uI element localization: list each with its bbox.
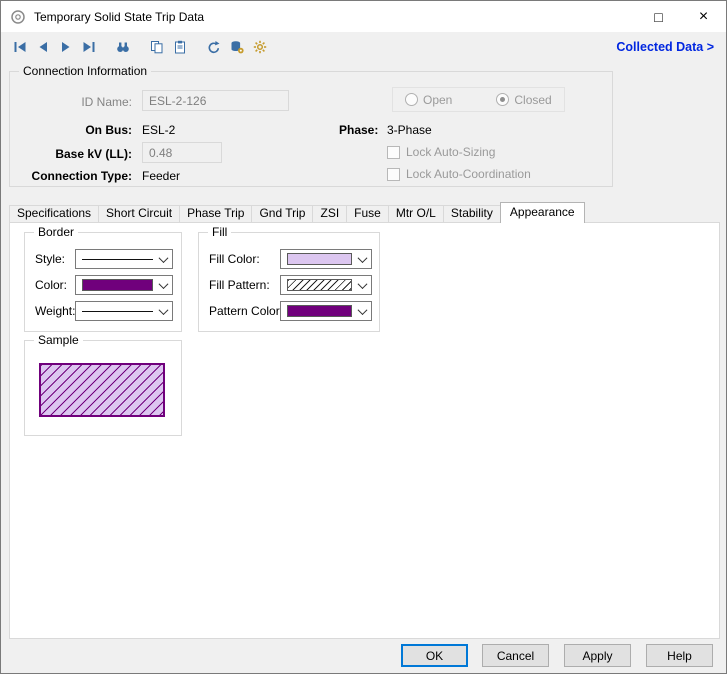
chevron-down-icon [159, 305, 169, 315]
tab-fuse[interactable]: Fuse [346, 205, 389, 222]
weight-label: Weight: [35, 303, 75, 319]
nav-next-icon[interactable] [57, 38, 75, 56]
collected-data-link[interactable]: Collected Data > [616, 40, 714, 54]
border-style-combo[interactable] [75, 249, 173, 269]
border-weight-value [82, 311, 153, 312]
border-color-value [82, 279, 153, 291]
lock-auto-sizing-checkbox: Lock Auto-Sizing [387, 145, 495, 159]
color-label: Color: [35, 277, 67, 293]
chevron-down-icon [159, 279, 169, 289]
pattern-color-value [287, 305, 352, 317]
fill-legend: Fill [208, 225, 231, 239]
border-style-value [82, 259, 153, 260]
nav-last-icon[interactable] [80, 38, 98, 56]
tab-appearance[interactable]: Appearance [500, 202, 585, 223]
pattern-color-combo[interactable] [280, 301, 372, 321]
style-label: Style: [35, 251, 65, 267]
toolbar: Collected Data > [1, 32, 726, 61]
radio-closed-circle [496, 93, 509, 106]
chevron-down-icon [159, 253, 169, 263]
radio-closed: Closed [496, 93, 551, 107]
app-icon [10, 9, 26, 25]
undo-icon[interactable] [205, 38, 223, 56]
nav-first-icon[interactable] [11, 38, 29, 56]
fill-color-value [287, 253, 352, 265]
radio-closed-label: Closed [514, 93, 551, 107]
chevron-down-icon [358, 305, 368, 315]
cancel-button[interactable]: Cancel [482, 644, 549, 667]
tab-specifications[interactable]: Specifications [9, 205, 99, 222]
settings-gear-icon[interactable] [251, 38, 269, 56]
lock-auto-coordination-checkbox: Lock Auto-Coordination [387, 167, 531, 181]
fill-color-combo[interactable] [280, 249, 372, 269]
sample-legend: Sample [34, 333, 83, 347]
fill-color-label: Fill Color: [209, 251, 260, 267]
tab-strip: Specifications Short Circuit Phase Trip … [9, 202, 584, 222]
fill-pattern-label: Fill Pattern: [209, 277, 270, 293]
fill-pattern-combo[interactable] [280, 275, 372, 295]
pattern-color-label: Pattern Color: [209, 303, 283, 319]
lock-auto-coordination-box [387, 168, 400, 181]
database-save-icon[interactable] [228, 38, 246, 56]
border-group: Border Style: Color: Weight: [24, 232, 182, 332]
apply-button[interactable]: Apply [564, 644, 631, 667]
maximize-button[interactable]: □ [636, 1, 681, 32]
fill-pattern-value [287, 279, 352, 291]
open-closed-panel: Open Closed [392, 87, 565, 112]
sample-preview [39, 363, 165, 417]
id-name-label: ID Name: [20, 94, 132, 110]
tab-phase-trip[interactable]: Phase Trip [179, 205, 252, 222]
chevron-down-icon [358, 279, 368, 289]
tab-zsi[interactable]: ZSI [312, 205, 347, 222]
close-button[interactable]: × [681, 1, 726, 32]
border-weight-combo[interactable] [75, 301, 173, 321]
appearance-tab-panel: Border Style: Color: Weight: Fill Fill C… [9, 222, 720, 639]
connection-information-group: Connection Information ID Name: Open Clo… [9, 71, 613, 187]
ok-button[interactable]: OK [401, 644, 468, 667]
base-kv-label: Base kV (LL): [20, 146, 132, 162]
connection-type-value: Feeder [142, 168, 180, 184]
lock-auto-sizing-label: Lock Auto-Sizing [406, 145, 495, 159]
radio-open-label: Open [423, 93, 452, 107]
on-bus-label: On Bus: [20, 122, 132, 138]
phase-label: Phase: [339, 122, 378, 138]
help-button[interactable]: Help [646, 644, 713, 667]
chevron-down-icon [358, 253, 368, 263]
connection-type-label: Connection Type: [20, 168, 132, 184]
title-bar: Temporary Solid State Trip Data □ × [1, 1, 726, 32]
border-legend: Border [34, 225, 78, 239]
tab-gnd-trip[interactable]: Gnd Trip [251, 205, 313, 222]
find-icon[interactable] [114, 38, 132, 56]
phase-value: 3-Phase [387, 122, 432, 138]
connection-information-legend: Connection Information [19, 64, 151, 78]
border-color-combo[interactable] [75, 275, 173, 295]
window-controls: □ × [636, 1, 726, 32]
radio-open-circle [405, 93, 418, 106]
window-title: Temporary Solid State Trip Data [34, 10, 204, 24]
copy-icon[interactable] [148, 38, 166, 56]
id-name-input [142, 90, 289, 111]
sample-group: Sample [24, 340, 182, 436]
lock-auto-coordination-label: Lock Auto-Coordination [406, 167, 531, 181]
nav-previous-icon[interactable] [34, 38, 52, 56]
tab-stability[interactable]: Stability [443, 205, 501, 222]
on-bus-value: ESL-2 [142, 122, 175, 138]
tab-short-circuit[interactable]: Short Circuit [98, 205, 180, 222]
base-kv-input [142, 142, 222, 163]
lock-auto-sizing-box [387, 146, 400, 159]
dialog-window: Temporary Solid State Trip Data □ × [0, 0, 727, 674]
radio-open: Open [405, 93, 452, 107]
paste-icon[interactable] [171, 38, 189, 56]
tab-mtr-ol[interactable]: Mtr O/L [388, 205, 444, 222]
fill-group: Fill Fill Color: Fill Pattern: Pattern C… [198, 232, 380, 332]
